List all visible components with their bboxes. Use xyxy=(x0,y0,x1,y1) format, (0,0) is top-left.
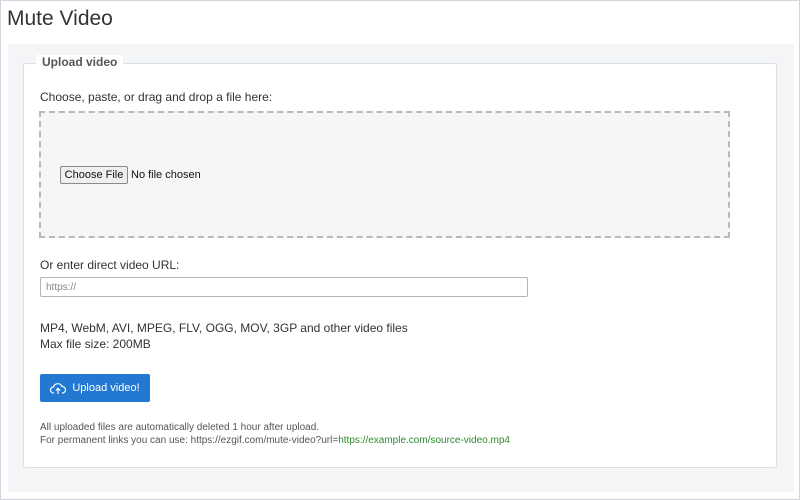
page-title: Mute Video xyxy=(7,7,113,30)
upload-video-button[interactable]: Upload video! xyxy=(40,374,150,402)
file-status-text: No file chosen xyxy=(131,169,201,181)
choose-file-button[interactable]: Choose File xyxy=(60,166,128,184)
choose-file-label: Choose, paste, or drag and drop a file h… xyxy=(40,90,273,104)
auto-delete-note: All uploaded files are automatically del… xyxy=(40,422,320,433)
permanent-link-prefix: For permanent links you can use: https:/… xyxy=(40,435,339,446)
url-label: Or enter direct video URL: xyxy=(40,258,180,272)
supported-formats-text: MP4, WebM, AVI, MPEG, FLV, OGG, MOV, 3GP… xyxy=(40,321,408,335)
video-url-input[interactable] xyxy=(40,277,528,297)
permanent-link-note: For permanent links you can use: https:/… xyxy=(40,435,510,446)
upload-legend: Upload video xyxy=(36,55,124,69)
example-source-link[interactable]: https://example.com/source-video.mp4 xyxy=(338,435,510,446)
max-file-size-text: Max file size: 200MB xyxy=(40,337,151,351)
upload-button-label: Upload video! xyxy=(72,382,140,394)
cloud-upload-icon xyxy=(50,382,67,395)
